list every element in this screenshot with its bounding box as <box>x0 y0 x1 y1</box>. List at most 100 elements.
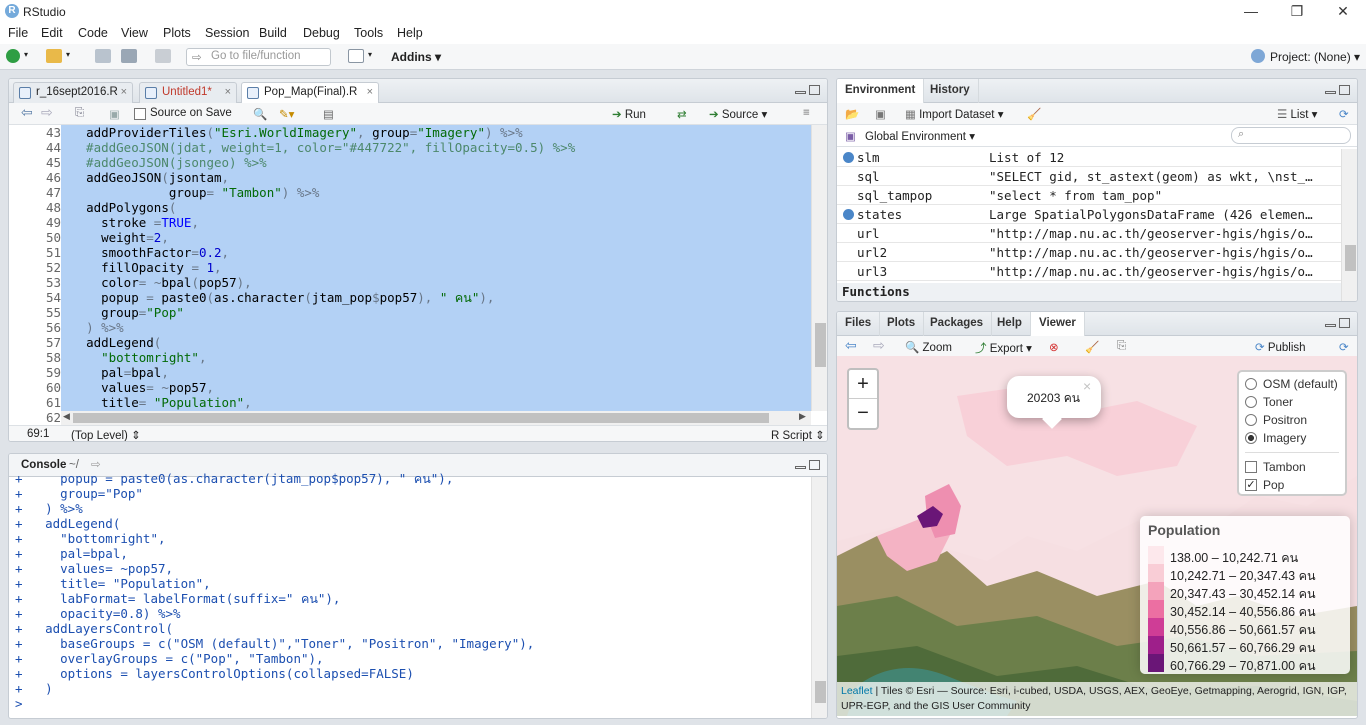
base-layer-radio[interactable] <box>1245 378 1257 390</box>
new-file-icon[interactable] <box>6 49 20 63</box>
close-tab-icon[interactable]: × <box>121 86 127 98</box>
vertical-splitter[interactable] <box>829 78 835 719</box>
leaflet-map[interactable]: + − 20203 คน × OSM (default) Toner Positro… <box>837 356 1357 716</box>
scroll-thumb[interactable] <box>815 681 826 703</box>
save-all-icon[interactable] <box>121 49 137 63</box>
menu-plots[interactable]: Plots <box>163 26 191 40</box>
show-in-window-icon[interactable]: ⎘ <box>75 107 84 120</box>
env-row[interactable]: sql "SELECT gid, st_astext(geom) as wkt, … <box>837 168 1341 186</box>
compile-report-icon[interactable]: ▤ <box>323 107 334 121</box>
pane-minmax[interactable] <box>795 85 821 97</box>
env-row[interactable]: slm List of 12 <box>837 149 1341 167</box>
run-button[interactable]: ➔ Run <box>612 107 646 121</box>
zoom-in-button[interactable]: + <box>849 370 877 399</box>
chevron-down-icon[interactable]: ▾ <box>368 50 372 59</box>
chevron-down-icon[interactable]: ▾ <box>761 109 767 121</box>
menu-edit[interactable]: Edit <box>41 26 63 40</box>
menu-build[interactable]: Build <box>259 26 287 40</box>
minimize-pane-icon[interactable] <box>1325 91 1336 94</box>
scroll-left-icon[interactable]: ◀ <box>63 411 70 422</box>
addins-button[interactable]: Addins ▾ <box>391 50 441 64</box>
source-button[interactable]: ➔ Source ▾ <box>709 107 767 121</box>
restore-icon[interactable]: ❐ <box>1274 0 1320 24</box>
zoom-button[interactable]: 🔍 Zoom <box>905 340 952 354</box>
menu-debug[interactable]: Debug <box>303 26 340 40</box>
chevron-down-icon[interactable]: ▾ <box>24 50 28 59</box>
file-type-selector[interactable]: R Script ⇕ <box>771 428 825 441</box>
menu-tools[interactable]: Tools <box>354 26 383 40</box>
scroll-thumb[interactable] <box>815 323 826 367</box>
editor-vscrollbar[interactable] <box>811 125 827 411</box>
code-area[interactable]: 43 44 45 46 47 48 49 50 51 52 53 54 55 56 57 58 59 60 61 62… <box>9 125 811 425</box>
scroll-thumb[interactable] <box>1345 245 1356 271</box>
minimize-pane-icon[interactable] <box>795 466 806 469</box>
popup-close-icon[interactable]: × <box>1083 378 1091 394</box>
project-menu[interactable]: Project: (None) ▾ <box>1270 50 1360 64</box>
tab-packages[interactable]: Packages <box>922 312 993 336</box>
tab-viewer[interactable]: Viewer <box>1031 312 1085 337</box>
source-on-save-checkbox[interactable] <box>134 108 146 120</box>
console-output[interactable]: + popup = paste0(as.character(jtam_pop$p… <box>15 471 811 716</box>
scope-dropdown[interactable]: Global Environment ▾ <box>865 129 975 143</box>
maximize-pane-icon[interactable] <box>1339 318 1350 328</box>
editor-hscrollbar[interactable]: ◀ ▶ <box>61 411 811 425</box>
env-row[interactable]: sql_tampop "select * from tam_pop" <box>837 187 1341 205</box>
env-row[interactable]: url2 "http://map.nu.ac.th/geoserver-hgis/… <box>837 244 1341 262</box>
save-icon[interactable] <box>95 49 111 63</box>
hscroll-thumb[interactable] <box>73 413 769 423</box>
base-layer-radio[interactable] <box>1245 396 1257 408</box>
expand-icon[interactable] <box>843 152 854 163</box>
clear-viewer-icon[interactable]: ⊗ <box>1049 340 1059 354</box>
env-search-input[interactable]: ⌕ <box>1231 127 1351 144</box>
import-dataset-button[interactable]: ▦ Import Dataset ▾ <box>905 107 1003 121</box>
overlay-checkbox[interactable] <box>1245 461 1257 473</box>
rerun-icon[interactable]: ⇄ <box>677 107 687 121</box>
grid-layout-icon[interactable] <box>348 49 364 63</box>
menu-view[interactable]: View <box>121 26 148 40</box>
forward-arrow-icon[interactable]: ⇨ <box>873 337 885 354</box>
publish-button[interactable]: ⟳ Publish <box>1255 340 1306 354</box>
export-button[interactable]: ⤴ Export ▾ <box>975 340 1032 356</box>
pane-minmax[interactable] <box>1325 85 1351 97</box>
pane-minmax[interactable] <box>1325 318 1351 330</box>
scope-selector[interactable]: (Top Level) ⇕ <box>71 428 141 441</box>
tab-untitled1[interactable]: Untitled1* × <box>139 82 237 103</box>
close-tab-icon[interactable]: × <box>367 86 373 98</box>
menu-file[interactable]: File <box>8 26 28 40</box>
env-row[interactable]: states Large SpatialPolygonsDataFrame (42… <box>837 206 1341 224</box>
maximize-pane-icon[interactable] <box>1339 85 1350 95</box>
tab-help[interactable]: Help <box>989 312 1031 336</box>
save-workspace-icon[interactable]: ▣ <box>875 107 886 121</box>
broom-icon[interactable]: 🧹 <box>1085 340 1099 354</box>
tab-plots[interactable]: Plots <box>879 312 925 336</box>
env-row[interactable]: url "http://map.nu.ac.th/geoserver-hgis/h… <box>837 225 1341 243</box>
save-icon[interactable]: ▣ <box>109 107 120 121</box>
tab-history[interactable]: History <box>922 79 979 103</box>
load-workspace-icon[interactable]: 📂 <box>845 107 859 121</box>
tab-files[interactable]: Files <box>837 312 881 336</box>
refresh-icon[interactable]: ⟳ <box>1339 107 1349 121</box>
minimize-icon[interactable]: — <box>1228 0 1274 24</box>
minimize-pane-icon[interactable] <box>1325 324 1336 327</box>
env-row[interactable]: url3 "http://map.nu.ac.th/geoserver-hgis/… <box>837 263 1341 281</box>
outline-icon[interactable]: ≡ <box>803 107 810 119</box>
minimize-pane-icon[interactable] <box>795 91 806 94</box>
broom-icon[interactable]: 🧹 <box>1027 107 1041 121</box>
base-layer-radio[interactable] <box>1245 432 1257 444</box>
maximize-pane-icon[interactable] <box>809 460 820 470</box>
close-window-icon[interactable]: ✕ <box>1320 0 1366 24</box>
scroll-right-icon[interactable]: ▶ <box>799 411 806 422</box>
refresh-icon[interactable]: ⟳ <box>1339 340 1349 354</box>
view-mode-selector[interactable]: ☰ List ▾ <box>1277 107 1317 121</box>
back-arrow-icon[interactable]: ⇦ <box>845 337 857 354</box>
expand-icon[interactable] <box>843 209 854 220</box>
env-vscrollbar[interactable] <box>1341 149 1357 301</box>
close-tab-icon[interactable]: × <box>225 86 231 98</box>
forward-arrow-icon[interactable]: ⇨ <box>41 104 53 121</box>
goto-file-input[interactable]: ⇨ Go to file/function <box>186 48 331 66</box>
overlay-checkbox[interactable]: ✓ <box>1245 479 1257 491</box>
magic-wand-icon[interactable]: ✎▾ <box>279 107 294 121</box>
maximize-pane-icon[interactable] <box>809 85 820 95</box>
zoom-out-button[interactable]: − <box>849 399 877 428</box>
base-layer-radio[interactable] <box>1245 414 1257 426</box>
